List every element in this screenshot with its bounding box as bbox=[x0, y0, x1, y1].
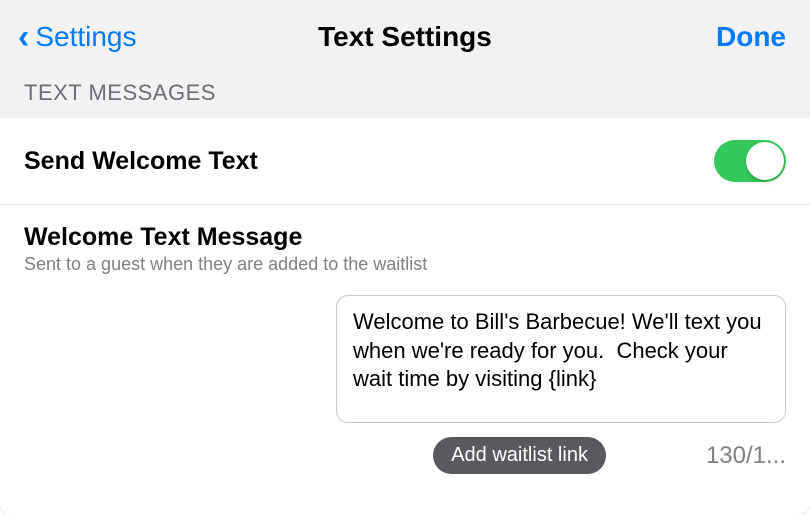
character-count: 130/1... bbox=[706, 442, 786, 470]
welcome-text-title: Welcome Text Message bbox=[24, 223, 786, 252]
back-button[interactable]: ‹ Settings bbox=[18, 20, 137, 54]
done-button[interactable]: Done bbox=[716, 21, 786, 53]
send-welcome-label: Send Welcome Text bbox=[24, 147, 258, 176]
section-header-text-messages: TEXT MESSAGES bbox=[0, 72, 810, 118]
send-welcome-text-row: Send Welcome Text bbox=[0, 118, 810, 205]
bottom-bar: Add waitlist link 130/1... bbox=[0, 423, 810, 474]
navigation-bar: ‹ Settings Text Settings Done bbox=[0, 0, 810, 72]
add-waitlist-link-button[interactable]: Add waitlist link bbox=[433, 437, 606, 474]
textarea-container bbox=[0, 283, 810, 423]
chevron-left-icon: ‹ bbox=[18, 20, 29, 54]
welcome-text-subtitle: Sent to a guest when they are added to t… bbox=[24, 254, 786, 275]
send-welcome-toggle[interactable] bbox=[714, 140, 786, 182]
welcome-message-input[interactable] bbox=[336, 295, 786, 423]
page-title: Text Settings bbox=[318, 21, 492, 53]
welcome-text-section: Welcome Text Message Sent to a guest whe… bbox=[0, 205, 810, 283]
toggle-knob bbox=[746, 142, 784, 180]
back-label: Settings bbox=[35, 21, 136, 53]
